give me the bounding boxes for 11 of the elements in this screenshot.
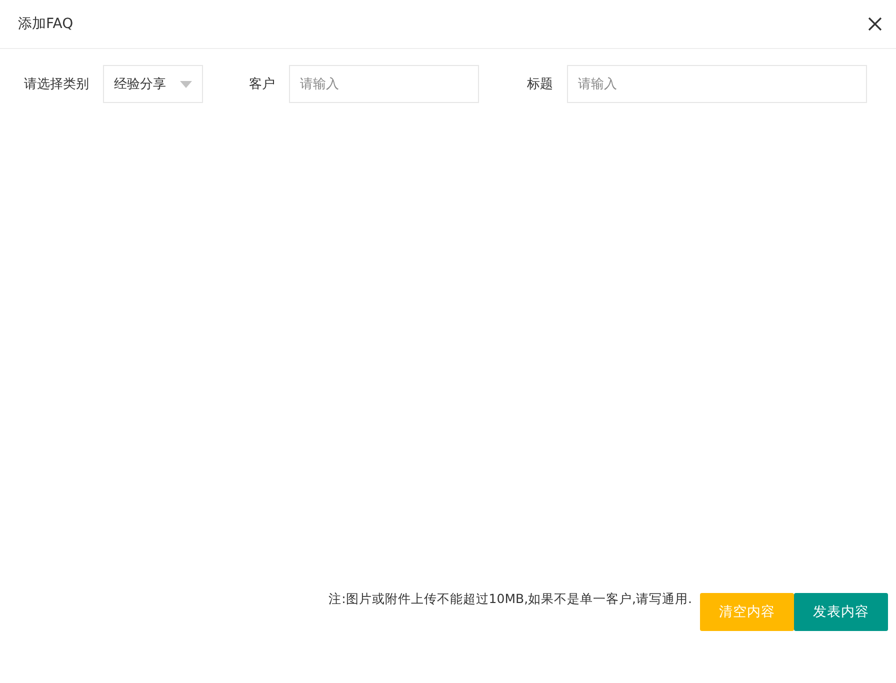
field-label: 标题: [527, 76, 553, 93]
caret-icon: [180, 80, 192, 88]
upload-note: 注:图片或附件上传不能超过10MB,如果不是单一客户,请写通用.: [328, 591, 692, 608]
input-field[interactable]: 请输入: [567, 65, 867, 103]
publish-button[interactable]: 发表内容: [794, 593, 888, 631]
window-title: 添加FAQ: [18, 15, 74, 33]
close-icon[interactable]: [868, 17, 882, 31]
field-label: 客户: [249, 76, 275, 93]
input-field[interactable]: 请输入: [289, 65, 479, 103]
category-label: 请选择类别: [24, 76, 89, 93]
category-dropdown[interactable]: 经验分享: [103, 65, 203, 103]
